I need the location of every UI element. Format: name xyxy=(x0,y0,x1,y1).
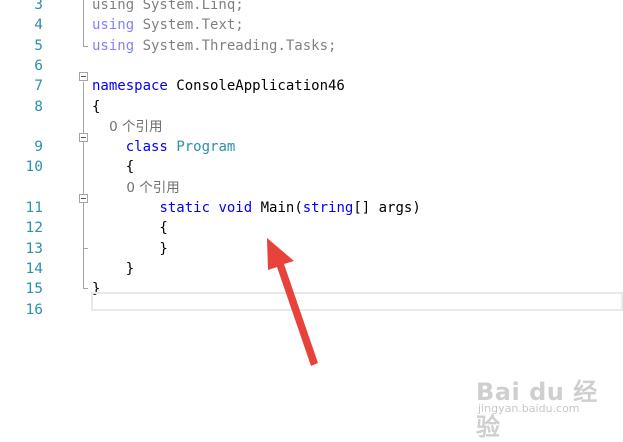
code-line-3[interactable]: 3 using System.Linq; xyxy=(0,0,623,15)
code-text[interactable]: using System.Threading.Tasks; xyxy=(92,36,336,56)
outline-guide-method-end xyxy=(83,248,88,249)
code-text[interactable]: { xyxy=(92,157,134,177)
code-token: { xyxy=(92,98,101,115)
code-editor[interactable]: 3 using System.Linq; 4 using System.Text; 5 u… xyxy=(0,0,623,431)
code-token: using xyxy=(92,17,135,34)
line-number: 12 xyxy=(25,220,43,237)
code-token: Program xyxy=(176,139,236,156)
collapse-method-icon[interactable] xyxy=(79,194,88,203)
code-token: } xyxy=(92,260,135,277)
code-token: Main( xyxy=(252,200,303,216)
code-text[interactable]: using System.Text; xyxy=(92,15,244,35)
code-text[interactable]: 0 个引用 xyxy=(92,178,179,198)
collapse-class-icon[interactable] xyxy=(79,133,88,142)
reference-count-lens[interactable]: 0 个引用 xyxy=(92,119,162,135)
code-line-7[interactable]: 7 namespace ConsoleApplication46 xyxy=(0,76,623,96)
code-line-6[interactable]: 6 xyxy=(0,56,623,76)
outline-guide-namespace-end xyxy=(83,288,88,289)
codelens-line[interactable]: 0 个引用 xyxy=(0,178,623,198)
watermark-url: jingyan.baidu.com xyxy=(478,402,580,415)
code-line-13[interactable]: 13 } xyxy=(0,239,623,259)
code-token: using xyxy=(92,37,135,54)
code-token: ConsoleApplication46 xyxy=(167,78,345,95)
code-line-5[interactable]: 5 using System.Threading.Tasks; xyxy=(0,36,623,56)
current-line-highlight xyxy=(91,292,623,311)
code-text[interactable]: } xyxy=(92,259,134,279)
line-number: 11 xyxy=(25,200,43,216)
baidu-jingyan-watermark: Bai du 经验 jingyan.baidu.com xyxy=(476,372,616,441)
code-token: System.Threading.Tasks; xyxy=(134,37,337,54)
code-token: using System.Linq; xyxy=(92,0,244,13)
code-token: System.Text; xyxy=(134,17,244,34)
code-token: static xyxy=(159,200,211,216)
line-number: 4 xyxy=(34,17,43,34)
code-text[interactable]: class Program xyxy=(92,137,236,157)
line-number: 6 xyxy=(34,57,43,74)
line-number: 9 xyxy=(34,139,43,156)
line-number: 5 xyxy=(34,37,43,54)
line-number: 16 xyxy=(25,301,43,318)
reference-count-lens[interactable]: 0 个引用 xyxy=(92,180,179,196)
line-number: 8 xyxy=(34,98,43,115)
code-text[interactable]: 0 个引用 xyxy=(92,117,162,137)
code-token: } xyxy=(92,240,168,257)
code-token: void xyxy=(218,200,253,216)
line-number: 10 xyxy=(25,159,43,176)
outline-guide-usings-end xyxy=(83,46,88,47)
code-line-12[interactable]: 12 { xyxy=(0,218,623,238)
line-number: 7 xyxy=(34,78,43,95)
code-text[interactable]: static void Main(string[] args) xyxy=(92,198,421,218)
line-number: 15 xyxy=(25,281,43,298)
codelens-line[interactable]: 0 个引用 xyxy=(0,117,623,137)
code-line-4[interactable]: 4 using System.Text; xyxy=(0,15,623,35)
collapse-namespace-icon[interactable] xyxy=(79,72,88,81)
code-text[interactable]: } xyxy=(92,239,168,259)
line-number: 13 xyxy=(25,240,43,257)
code-text[interactable]: using System.Linq; xyxy=(92,0,244,15)
outline-guide-namespace xyxy=(83,82,84,288)
outline-guide-usings xyxy=(83,0,84,46)
code-text[interactable]: namespace ConsoleApplication46 xyxy=(92,76,345,96)
code-line-11[interactable]: 11 static void Main(string[] args) xyxy=(0,198,623,218)
code-line-10[interactable]: 10 { xyxy=(0,157,623,177)
code-text[interactable]: { xyxy=(92,218,168,238)
code-text[interactable]: { xyxy=(92,97,100,117)
code-line-9[interactable]: 9 class Program xyxy=(0,137,623,157)
line-number: 14 xyxy=(25,260,43,277)
code-token: [] args) xyxy=(353,200,421,216)
code-token: namespace xyxy=(92,78,168,95)
code-token: { xyxy=(92,159,135,176)
code-token: { xyxy=(92,220,168,237)
code-token: string xyxy=(302,200,354,216)
code-line-8[interactable]: 8{ xyxy=(0,97,623,117)
code-line-14[interactable]: 14 } xyxy=(0,259,623,279)
line-number: 3 xyxy=(34,0,43,13)
code-token: class xyxy=(125,139,168,156)
